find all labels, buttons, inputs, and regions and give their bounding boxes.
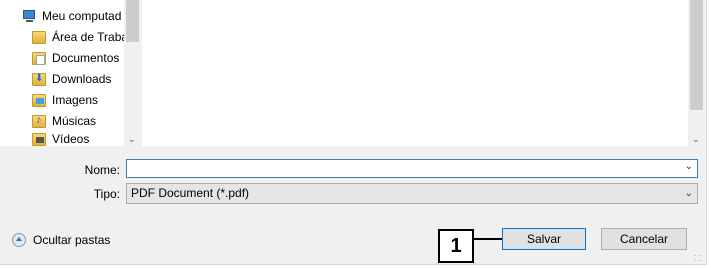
pictures-folder-icon	[32, 93, 46, 107]
nav-item-videos[interactable]: Vídeos	[32, 132, 125, 146]
nav-item-label: Downloads	[52, 72, 112, 86]
nav-item-pictures[interactable]: Imagens	[32, 90, 125, 110]
name-label: Nome:	[84, 163, 120, 177]
scroll-down-arrow-icon[interactable]: ⌄	[692, 134, 700, 144]
computer-icon	[20, 9, 36, 23]
hide-folders-label: Ocultar pastas	[33, 233, 111, 247]
file-list-scrollbar-thumb[interactable]	[690, 0, 703, 110]
videos-folder-icon	[32, 132, 46, 146]
chevron-down-icon[interactable]: ⌄	[685, 184, 693, 203]
file-type-value: PDF Document (*.pdf)	[131, 186, 250, 200]
music-folder-icon	[32, 114, 46, 128]
navigation-pane: Meu computad Área de Traba Documentos Do…	[0, 0, 141, 146]
callout-pointer-line	[474, 238, 502, 240]
file-type-select[interactable]: PDF Document (*.pdf) ⌄	[126, 183, 698, 204]
nav-item-downloads[interactable]: Downloads	[32, 69, 125, 89]
downloads-folder-icon	[32, 72, 46, 86]
navigation-scrollbar-thumb[interactable]	[126, 0, 139, 42]
type-label: Tipo:	[93, 187, 120, 201]
nav-item-computer[interactable]: Meu computad	[20, 6, 125, 26]
nav-item-desktop[interactable]: Área de Traba	[32, 27, 125, 47]
scroll-down-arrow-icon[interactable]: ⌄	[128, 134, 136, 144]
cancel-button[interactable]: Cancelar	[601, 228, 687, 250]
folder-icon	[32, 30, 46, 44]
nav-item-label: Músicas	[52, 114, 97, 128]
documents-folder-icon	[32, 51, 46, 65]
resize-grip-icon[interactable]: ··· ···	[694, 252, 704, 265]
nav-item-documents[interactable]: Documentos	[32, 48, 125, 68]
save-dialog: Meu computad Área de Traba Documentos Do…	[0, 0, 707, 265]
file-list-area[interactable]	[142, 0, 688, 146]
nav-item-label: Vídeos	[52, 132, 90, 146]
callout-number-badge: 1	[438, 229, 474, 263]
nav-item-music[interactable]: Músicas	[32, 111, 125, 131]
nav-item-label: Documentos	[52, 51, 120, 65]
nav-item-label: Meu computad	[42, 9, 122, 23]
nav-item-label: Área de Traba	[52, 30, 125, 44]
file-name-input[interactable]: ⌄	[126, 159, 698, 178]
collapse-up-icon	[12, 233, 26, 247]
hide-folders-toggle[interactable]: Ocultar pastas	[12, 233, 110, 247]
chevron-down-icon[interactable]: ⌄	[685, 161, 693, 172]
nav-item-label: Imagens	[52, 93, 99, 107]
save-button[interactable]: Salvar	[502, 228, 586, 250]
